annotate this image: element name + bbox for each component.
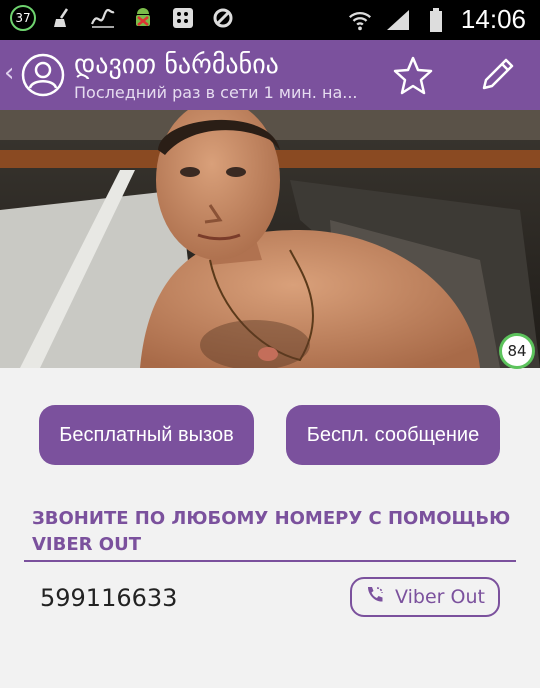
status-bar-notifications: 37 <box>10 5 236 31</box>
last-seen-status: Последний раз в сети 1 мин. на... <box>74 83 358 102</box>
back-chevron-icon[interactable]: ‹ <box>4 58 14 88</box>
broom-icon <box>50 5 76 31</box>
contact-header: ‹ დავით ნარმანია Последний раз в сети 1 … <box>0 40 540 110</box>
blackberry-icon <box>170 5 196 31</box>
signature-icon <box>90 5 116 31</box>
signal-icon <box>385 7 411 33</box>
phone-call-icon <box>365 585 385 610</box>
battery-icon <box>423 7 449 33</box>
free-call-button[interactable]: Бесплатный вызов <box>39 405 254 465</box>
clock: 14:06 <box>460 4 526 34</box>
notification-count-badge: 37 <box>10 5 36 31</box>
status-bar: 37 14:06 <box>0 0 540 40</box>
profile-photo[interactable] <box>0 110 540 368</box>
section-divider <box>24 560 516 562</box>
contact-name[interactable]: დავით ნარმანია <box>74 50 279 80</box>
avatar[interactable] <box>21 53 65 97</box>
status-bar-system: 14:06 <box>347 4 526 35</box>
blocked-icon <box>210 5 236 31</box>
viber-out-button[interactable]: Viber Out <box>350 577 500 617</box>
viber-out-heading: ЗВОНИТЕ ПО ЛЮБОМУ НОМЕРУ С ПОМОЩЬЮ VIBER… <box>32 508 511 555</box>
photo-count-badge: 84 <box>499 333 535 369</box>
android-icon <box>130 5 156 31</box>
wifi-icon <box>347 7 373 33</box>
viber-out-button-label: Viber Out <box>395 586 485 608</box>
edit-pencil-icon[interactable] <box>476 54 518 96</box>
favorite-star-icon[interactable] <box>392 54 434 96</box>
phone-number: 599116633 <box>40 584 178 612</box>
free-message-button[interactable]: Беспл. сообщение <box>286 405 500 465</box>
